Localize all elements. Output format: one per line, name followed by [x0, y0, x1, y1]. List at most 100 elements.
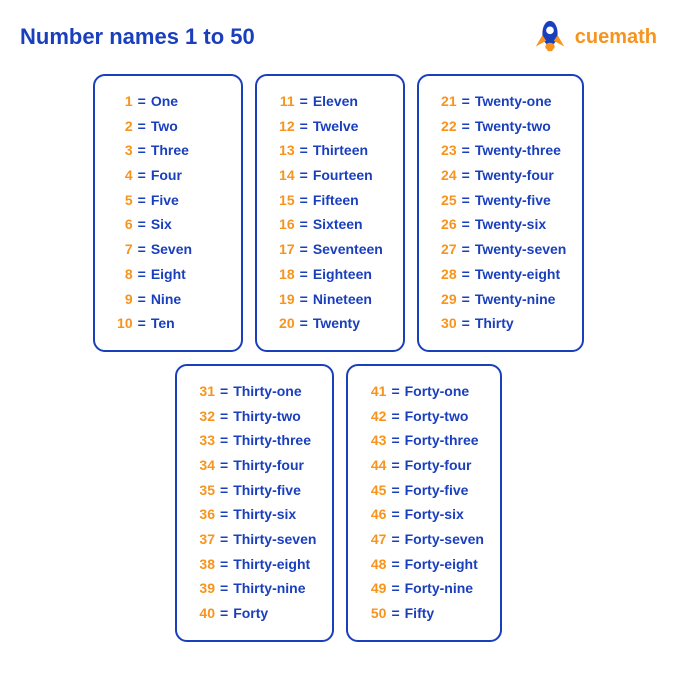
- number-value: 32: [193, 406, 215, 428]
- equals-sign: =: [391, 578, 399, 600]
- equals-sign: =: [300, 214, 308, 236]
- number-value: 28: [435, 264, 457, 286]
- equals-sign: =: [300, 116, 308, 138]
- number-value: 12: [273, 116, 295, 138]
- equals-sign: =: [220, 455, 228, 477]
- number-row: 41=Forty-one: [364, 381, 484, 403]
- number-row: 6=Six: [111, 214, 225, 236]
- number-row: 47=Forty-seven: [364, 529, 484, 551]
- equals-sign: =: [138, 140, 146, 162]
- number-row: 13=Thirteen: [273, 140, 387, 162]
- number-value: 1: [111, 91, 133, 113]
- number-value: 5: [111, 190, 133, 212]
- number-row: 4=Four: [111, 165, 225, 187]
- number-value: 34: [193, 455, 215, 477]
- equals-sign: =: [220, 381, 228, 403]
- number-row: 11=Eleven: [273, 91, 387, 113]
- number-value: 13: [273, 140, 295, 162]
- number-name: Twenty-nine: [475, 289, 556, 311]
- number-value: 11: [273, 91, 295, 113]
- number-name: Fourteen: [313, 165, 373, 187]
- number-row: 20=Twenty: [273, 313, 387, 335]
- equals-sign: =: [138, 214, 146, 236]
- number-row: 37=Thirty-seven: [193, 529, 316, 551]
- number-row: 27=Twenty-seven: [435, 239, 567, 261]
- number-value: 45: [364, 480, 386, 502]
- number-name: Thirteen: [313, 140, 368, 162]
- number-row: 30=Thirty: [435, 313, 567, 335]
- number-value: 49: [364, 578, 386, 600]
- number-name: Forty-six: [405, 504, 464, 526]
- equals-sign: =: [138, 264, 146, 286]
- number-name: Thirty-two: [233, 406, 301, 428]
- equals-sign: =: [391, 603, 399, 625]
- number-value: 21: [435, 91, 457, 113]
- equals-sign: =: [138, 165, 146, 187]
- number-value: 15: [273, 190, 295, 212]
- number-name: Sixteen: [313, 214, 363, 236]
- number-row: 39=Thirty-nine: [193, 578, 316, 600]
- number-row: 32=Thirty-two: [193, 406, 316, 428]
- number-name: Eighteen: [313, 264, 372, 286]
- number-name: Eleven: [313, 91, 358, 113]
- number-name: Twenty-four: [475, 165, 554, 187]
- number-value: 44: [364, 455, 386, 477]
- equals-sign: =: [138, 239, 146, 261]
- equals-sign: =: [300, 140, 308, 162]
- page: Number names 1 to 50 cuemath 1=One2=Two3…: [0, 0, 677, 652]
- number-value: 24: [435, 165, 457, 187]
- number-value: 8: [111, 264, 133, 286]
- number-value: 14: [273, 165, 295, 187]
- number-value: 30: [435, 313, 457, 335]
- number-row: 31=Thirty-one: [193, 381, 316, 403]
- equals-sign: =: [300, 91, 308, 113]
- number-value: 48: [364, 554, 386, 576]
- number-row: 17=Seventeen: [273, 239, 387, 261]
- number-name: Thirty-eight: [233, 554, 310, 576]
- number-row: 48=Forty-eight: [364, 554, 484, 576]
- number-row: 9=Nine: [111, 289, 225, 311]
- equals-sign: =: [462, 289, 470, 311]
- equals-sign: =: [220, 578, 228, 600]
- number-name: Twenty-five: [475, 190, 551, 212]
- number-row: 44=Forty-four: [364, 455, 484, 477]
- number-name: Thirty: [475, 313, 514, 335]
- number-name: Thirty-four: [233, 455, 304, 477]
- equals-sign: =: [462, 91, 470, 113]
- logo-cue: cue: [575, 26, 609, 48]
- number-name: Thirty-seven: [233, 529, 316, 551]
- number-name: Twenty-eight: [475, 264, 560, 286]
- equals-sign: =: [462, 239, 470, 261]
- number-value: 38: [193, 554, 215, 576]
- number-value: 43: [364, 430, 386, 452]
- top-row: 1=One2=Two3=Three4=Four5=Five6=Six7=Seve…: [20, 74, 657, 352]
- number-value: 33: [193, 430, 215, 452]
- number-value: 25: [435, 190, 457, 212]
- number-row: 7=Seven: [111, 239, 225, 261]
- number-name: Forty-three: [405, 430, 479, 452]
- equals-sign: =: [462, 264, 470, 286]
- number-row: 34=Thirty-four: [193, 455, 316, 477]
- number-value: 16: [273, 214, 295, 236]
- header: Number names 1 to 50 cuemath: [20, 18, 657, 56]
- number-row: 35=Thirty-five: [193, 480, 316, 502]
- number-value: 29: [435, 289, 457, 311]
- number-row: 46=Forty-six: [364, 504, 484, 526]
- equals-sign: =: [220, 406, 228, 428]
- number-row: 5=Five: [111, 190, 225, 212]
- equals-sign: =: [220, 603, 228, 625]
- number-row: 33=Thirty-three: [193, 430, 316, 452]
- page-title: Number names 1 to 50: [20, 24, 255, 50]
- equals-sign: =: [220, 554, 228, 576]
- number-name: Ten: [151, 313, 175, 335]
- equals-sign: =: [391, 455, 399, 477]
- equals-sign: =: [138, 313, 146, 335]
- equals-sign: =: [391, 430, 399, 452]
- number-value: 19: [273, 289, 295, 311]
- number-value: 22: [435, 116, 457, 138]
- number-name: Twenty-three: [475, 140, 561, 162]
- card-31-40: 31=Thirty-one32=Thirty-two33=Thirty-thre…: [175, 364, 334, 642]
- number-row: 22=Twenty-two: [435, 116, 567, 138]
- number-value: 6: [111, 214, 133, 236]
- number-value: 18: [273, 264, 295, 286]
